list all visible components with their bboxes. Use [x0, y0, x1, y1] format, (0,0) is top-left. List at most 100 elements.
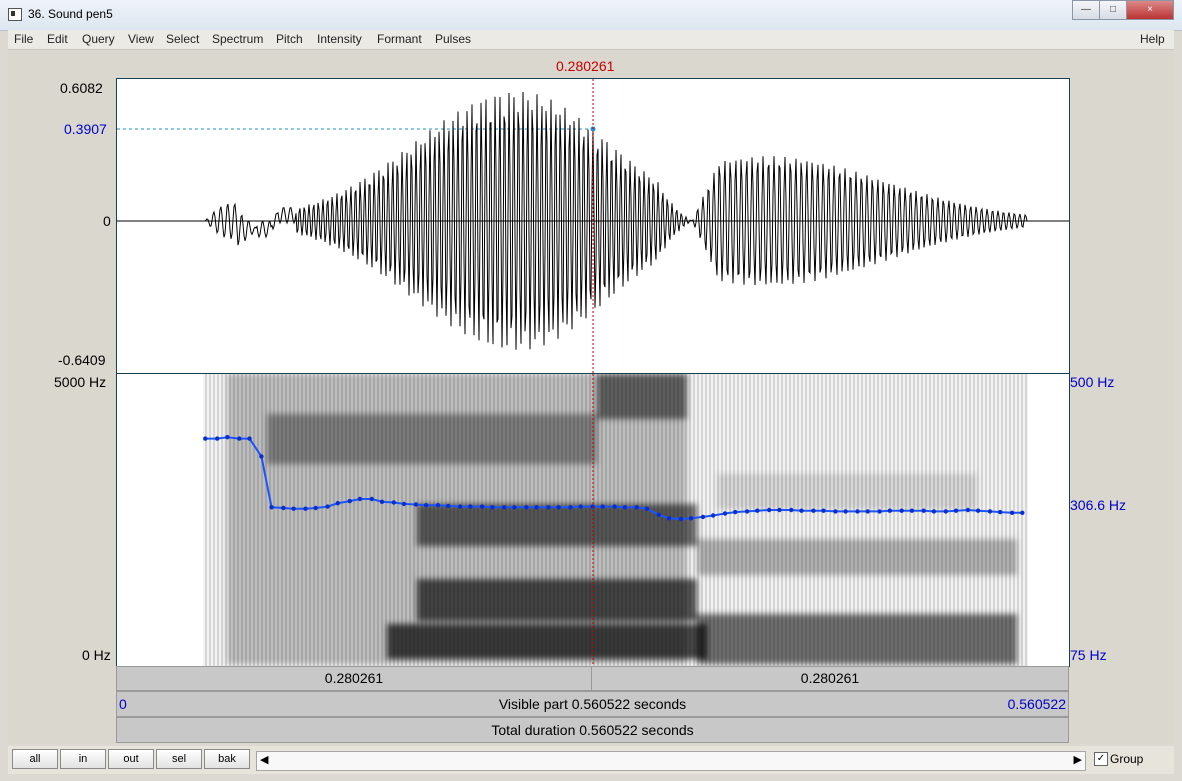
out-button[interactable]: out [108, 749, 154, 769]
pitch-point [622, 505, 627, 510]
cursor-amplitude-label: 0.3907 [64, 121, 107, 137]
menu-pulses[interactable]: Pulses [435, 32, 471, 46]
menu-file[interactable]: File [14, 32, 33, 46]
pitch-point [423, 503, 429, 508]
all-button[interactable]: all [12, 749, 58, 769]
pitch-point [1009, 510, 1015, 515]
menu-bar: File Edit Query View Select Spectrum Pit… [8, 30, 1174, 50]
pitch-point [666, 516, 672, 521]
pitch-point [512, 505, 517, 510]
pitch-point [777, 507, 782, 513]
window-titlebar: 36. Sound pen5 — □ × [0, 0, 1182, 31]
waveform-min-label: -0.6409 [58, 352, 106, 368]
menu-select[interactable]: Select [166, 32, 199, 46]
pitch-bottom-label: 75 Hz [1070, 647, 1107, 663]
pitch-point [502, 505, 507, 510]
menu-edit[interactable]: Edit [47, 32, 68, 46]
pitch-point [767, 507, 772, 513]
pitch-point [480, 504, 485, 509]
bak-button[interactable]: bak [204, 749, 250, 769]
pitch-point [578, 504, 583, 509]
pitch-point [468, 504, 473, 509]
pitch-point [556, 505, 561, 510]
pitch-point [490, 505, 495, 510]
pitch-point [391, 500, 396, 505]
pitch-point [821, 508, 826, 513]
pitch-point [335, 501, 340, 506]
menu-intensity[interactable]: Intensity [317, 32, 362, 46]
pitch-point [877, 509, 882, 514]
pitch-point [755, 508, 760, 513]
group-checkbox[interactable]: ✓ [1094, 752, 1108, 766]
total-duration-bar[interactable]: Total duration 0.560522 seconds [116, 717, 1069, 743]
menu-help[interactable]: Help [1140, 32, 1165, 46]
pitch-top-label: 500 Hz [1070, 374, 1115, 390]
pitch-point [612, 504, 617, 509]
pitch-point [401, 501, 407, 507]
pitch-point [435, 503, 441, 508]
menu-spectrum[interactable]: Spectrum [212, 32, 263, 46]
spectrogram-panel[interactable] [116, 373, 1070, 667]
pitch-point [369, 496, 374, 502]
visible-part-bar[interactable]: 0 Visible part 0.560522 seconds 0.560522 [116, 691, 1069, 717]
pitch-point [688, 516, 694, 521]
window-title: 36. Sound pen5 [28, 7, 113, 21]
scroll-right-icon[interactable]: ▶ [1074, 753, 1082, 766]
waveform-panel[interactable] [116, 78, 1070, 374]
pitch-point [568, 505, 573, 510]
pitch-point [722, 511, 728, 516]
menu-pitch[interactable]: Pitch [276, 32, 303, 46]
spectrogram-top-label: 5000 Hz [54, 374, 107, 390]
pitch-point [457, 504, 463, 509]
scroll-left-icon[interactable]: ◀ [260, 753, 268, 766]
pitch-point [887, 508, 892, 513]
pitch-point [325, 504, 330, 509]
timeline-left-segment[interactable]: 0.280261 [116, 666, 592, 691]
pitch-point [203, 436, 208, 441]
timeline-right-segment[interactable]: 0.280261 [591, 666, 1069, 691]
visible-end-label: 0.560522 [1007, 696, 1066, 712]
minimize-button[interactable]: — [1072, 0, 1100, 20]
waveform-plot [117, 79, 1069, 373]
pitch-point [931, 509, 937, 514]
pitch-point [987, 509, 993, 514]
pitch-point [634, 505, 639, 510]
waveform-zero-label: 0 [103, 213, 111, 229]
pitch-point [1020, 510, 1025, 515]
pitch-point [865, 509, 870, 514]
pitch-point [811, 508, 816, 513]
menu-view[interactable]: View [128, 32, 154, 46]
pitch-point [953, 508, 959, 513]
total-duration-label: Total duration 0.560522 seconds [491, 722, 694, 738]
pitch-point [965, 507, 971, 513]
pitch-point [744, 509, 750, 514]
pitch-point [921, 508, 926, 513]
pitch-point [700, 514, 706, 520]
cursor-time-label: 0.280261 [556, 58, 615, 74]
pitch-point [909, 508, 915, 513]
horizontal-scrollbar[interactable]: ◀ ▶ [256, 751, 1086, 771]
bottom-controls: all in out sel bak ◀ ▶ ✓ Group [8, 746, 1174, 774]
maximize-button[interactable]: □ [1099, 0, 1127, 20]
pitch-point [313, 505, 318, 511]
pitch-point [379, 499, 385, 504]
pitch-point [975, 508, 981, 513]
in-button[interactable]: in [60, 749, 106, 769]
pitch-value-label: 306.6 Hz [1070, 497, 1127, 513]
spectrogram-bottom-label: 0 Hz [82, 647, 111, 663]
pitch-point [303, 506, 308, 511]
timeline-right-label: 0.280261 [800, 670, 860, 686]
pitch-point [281, 505, 286, 511]
pitch-point [546, 505, 551, 510]
group-label: Group [1110, 752, 1144, 766]
pitch-point [247, 436, 252, 441]
menu-formant[interactable]: Formant [377, 32, 422, 46]
pitch-point [237, 436, 242, 441]
sel-button[interactable]: sel [156, 749, 202, 769]
app-icon [8, 8, 22, 21]
pitch-point [710, 513, 716, 518]
pitch-point [855, 509, 860, 514]
close-button[interactable]: × [1126, 0, 1174, 20]
menu-query[interactable]: Query [82, 32, 115, 46]
pitch-point [269, 505, 274, 510]
